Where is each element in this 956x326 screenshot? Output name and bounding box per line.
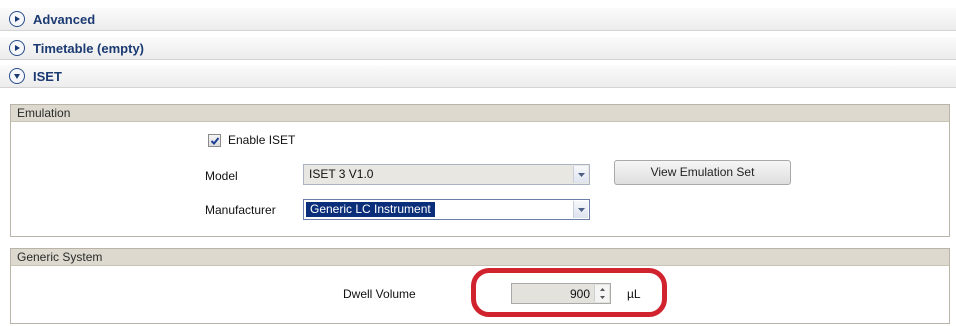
checkmark-icon xyxy=(210,136,219,145)
collapse-arrow-icon xyxy=(9,68,25,84)
section-advanced[interactable]: Advanced xyxy=(0,8,956,31)
section-label: ISET xyxy=(33,68,62,84)
manufacturer-value: Generic LC Instrument xyxy=(306,202,435,217)
enable-iset-label: Enable ISET xyxy=(228,133,296,147)
manufacturer-label: Manufacturer xyxy=(205,203,276,217)
emulation-group-title: Emulation xyxy=(11,105,949,122)
section-label: Advanced xyxy=(33,11,96,27)
model-label: Model xyxy=(205,169,238,183)
model-select[interactable]: ISET 3 V1.0 xyxy=(303,164,590,185)
highlight-ring xyxy=(471,268,667,317)
dropdown-arrow-icon[interactable] xyxy=(573,166,588,183)
enable-iset-checkbox[interactable] xyxy=(208,134,221,147)
section-iset[interactable]: ISET xyxy=(0,65,956,88)
model-value: ISET 3 V1.0 xyxy=(309,167,374,181)
view-emulation-set-button[interactable]: View Emulation Set xyxy=(614,160,791,185)
section-timetable[interactable]: Timetable (empty) xyxy=(0,37,956,60)
expand-arrow-icon xyxy=(9,11,25,27)
generic-system-group-title: Generic System xyxy=(11,249,949,266)
dwell-volume-label: Dwell Volume xyxy=(343,287,416,301)
expand-arrow-icon xyxy=(9,40,25,56)
section-label: Timetable (empty) xyxy=(33,40,145,56)
manufacturer-select[interactable]: Generic LC Instrument xyxy=(303,199,590,220)
dropdown-arrow-icon[interactable] xyxy=(573,201,588,218)
